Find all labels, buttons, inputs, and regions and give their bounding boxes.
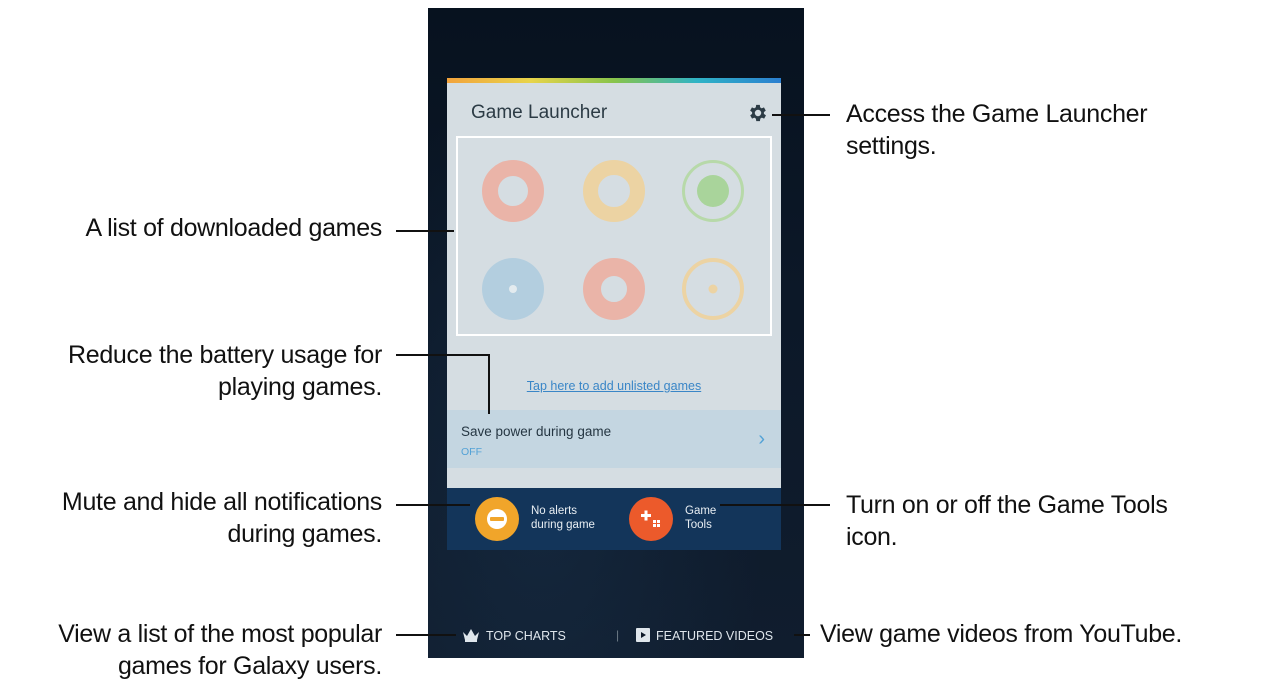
game-launcher-card: Game Launcher Tap here to add unlisted g… [447,78,781,550]
nav-divider: | [616,628,620,642]
save-power-status: OFF [461,446,482,458]
chevron-right-icon: › [758,428,765,450]
mute-leader-line [396,504,470,506]
games-list-leader-line [396,230,454,232]
game-tools-label-1: Game [685,505,717,517]
video-icon [636,628,650,645]
videos-leader-line [794,634,810,636]
top-charts-leader-line [396,634,456,636]
save-power-title: Save power during game [461,424,612,439]
games-list-callout: A list of downloaded games [85,214,382,242]
quick-actions-bar: No alerts during game Game Tools [447,488,781,550]
game-tools-label-2: Tools [685,519,712,531]
settings-callout: Access the Game Launcher settings. [846,100,1148,160]
top-charts-label: TOP CHARTS [486,629,566,643]
game-tools-callout: Turn on or off the Game Tools icon. [846,491,1168,551]
crown-icon [462,628,480,645]
add-unlisted-games-link[interactable]: Tap here to add unlisted games [447,379,781,393]
color-stripe [447,78,781,83]
no-alerts-label-2: during game [531,519,595,531]
featured-videos-label: FEATURED VIDEOS [656,629,774,643]
featured-videos-button[interactable]: FEATURED VIDEOS [636,628,773,645]
game-icon[interactable] [682,160,744,222]
card-title: Game Launcher [471,102,608,123]
gear-icon[interactable] [747,102,769,124]
battery-callout: Reduce the battery usage for playing gam… [67,341,382,401]
battery-leader-line-h [396,354,490,356]
bottom-nav: TOP CHARTS | FEATURED VIDEOS [428,616,804,658]
minus-circle-icon [475,497,519,541]
mute-callout: Mute and hide all notifications during g… [61,488,382,548]
no-alerts-button[interactable]: No alerts during game [475,497,625,541]
game-icon[interactable] [482,258,544,320]
settings-leader-line [772,114,830,116]
game-icon[interactable] [583,258,645,320]
save-power-row[interactable]: Save power during game OFF › [447,410,781,468]
game-icon[interactable] [482,160,544,222]
top-charts-callout: View a list of the most popular games fo… [58,620,382,680]
no-alerts-label-1: No alerts [531,505,578,517]
top-charts-button[interactable]: TOP CHARTS [462,628,566,645]
videos-callout: View game videos from YouTube. [820,620,1183,648]
game-icon[interactable] [682,258,744,320]
downloaded-games-grid [456,136,772,336]
game-icon[interactable] [583,160,645,222]
game-tools-leader-line [720,504,830,506]
battery-leader-line-v [488,354,490,414]
gamepad-icon [629,497,673,541]
